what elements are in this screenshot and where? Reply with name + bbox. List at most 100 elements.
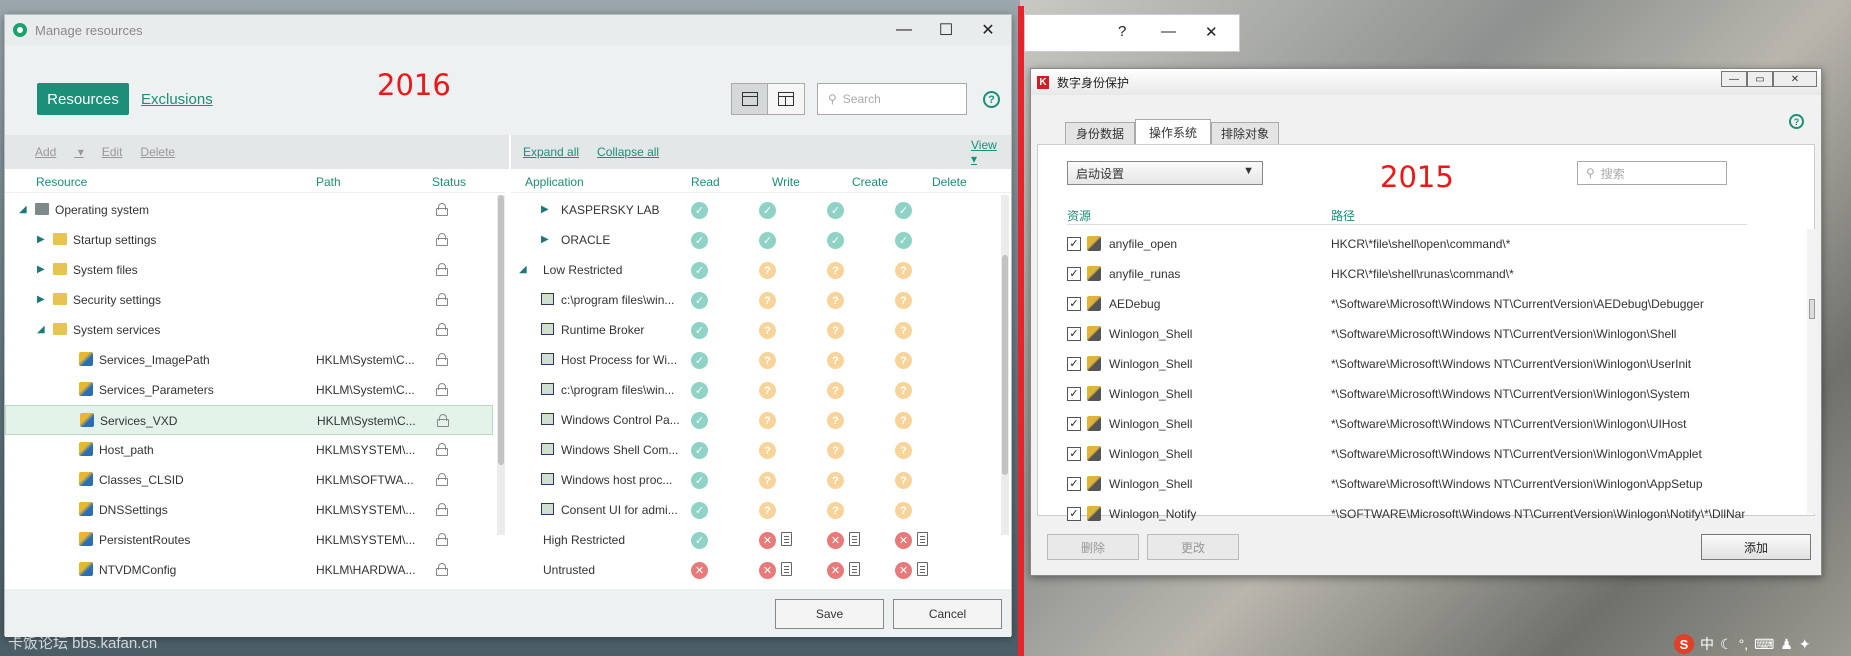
allow-icon[interactable]: ✓ <box>691 262 708 279</box>
resource-row[interactable]: DNSSettings HKLM\SYSTEM\... <box>5 495 493 525</box>
resource-row[interactable]: Classes_CLSID HKLM\SOFTWA... <box>5 465 493 495</box>
collapsed-arrow-icon[interactable]: ▶ <box>541 204 549 215</box>
list-scrollbar[interactable] <box>1807 229 1817 514</box>
resource-row[interactable]: ▶ Security settings <box>5 285 493 315</box>
resource-row[interactable]: ▶ Startup settings <box>5 225 493 255</box>
enabled-checkbox[interactable]: ✓ <box>1067 237 1081 251</box>
prompt-icon[interactable]: ? <box>895 292 912 309</box>
col-create[interactable]: Create <box>852 175 888 189</box>
prompt-icon[interactable]: ? <box>827 352 844 369</box>
allow-icon[interactable]: ✓ <box>759 232 776 249</box>
resource-row[interactable]: ✓ AEDebug *\Software\Microsoft\Windows NT\… <box>1067 289 1747 319</box>
enabled-checkbox[interactable]: ✓ <box>1067 327 1081 341</box>
add-button[interactable]: 添加 <box>1701 534 1811 560</box>
col-application[interactable]: Application <box>525 175 584 189</box>
resource-row[interactable]: Host_path HKLM\SYSTEM\... <box>5 435 493 465</box>
minimize-button[interactable]: — <box>883 15 925 45</box>
keyboard-icon[interactable]: ⌨ <box>1754 636 1774 653</box>
resource-row[interactable]: Services_ImagePath HKLM\System\C... <box>5 345 493 375</box>
allow-icon[interactable]: ✓ <box>691 532 708 549</box>
sogou-ime-icon[interactable]: S <box>1674 634 1694 654</box>
prompt-icon[interactable]: ? <box>895 412 912 429</box>
view-menu[interactable]: View ▾ <box>971 138 1015 166</box>
punctuation-icon[interactable]: °, <box>1739 636 1749 652</box>
resource-row[interactable]: ✓ Winlogon_Shell *\Software\Microsoft\Wind… <box>1067 379 1747 409</box>
maximize-button[interactable]: ▭ <box>1747 71 1773 87</box>
col-path[interactable]: 路径 <box>1331 207 1355 224</box>
help-icon[interactable]: ? <box>983 91 1000 108</box>
prompt-icon[interactable]: ? <box>895 472 912 489</box>
close-button[interactable]: ✕ <box>1773 71 1817 87</box>
resource-row[interactable]: ◢ Operating system <box>5 195 493 225</box>
resource-row[interactable]: ◢ System services <box>5 315 493 345</box>
resource-row[interactable]: Services_VXD HKLM\System\C... <box>5 405 493 435</box>
tab-exclusions[interactable]: Exclusions <box>141 91 213 108</box>
allow-icon[interactable]: ✓ <box>691 382 708 399</box>
application-row[interactable]: Runtime Broker ✓??? <box>511 315 989 345</box>
prompt-icon[interactable]: ? <box>759 352 776 369</box>
allow-icon[interactable]: ✓ <box>895 202 912 219</box>
minimize-button[interactable]: — <box>1161 23 1176 40</box>
application-row[interactable]: Consent UI for admi... ✓??? <box>511 495 989 525</box>
deny-icon[interactable]: ✕ <box>895 562 912 579</box>
prompt-icon[interactable]: ? <box>827 412 844 429</box>
edit-button[interactable]: 更改 <box>1147 534 1239 560</box>
allow-icon[interactable]: ✓ <box>691 292 708 309</box>
prompt-icon[interactable]: ? <box>827 292 844 309</box>
single-pane-view-button[interactable] <box>731 83 769 115</box>
prompt-icon[interactable]: ? <box>759 382 776 399</box>
prompt-icon[interactable]: ? <box>895 502 912 519</box>
collapsed-arrow-icon[interactable]: ▶ <box>541 234 549 245</box>
collapsed-arrow-icon[interactable]: ▶ <box>37 264 45 275</box>
resource-scrollbar[interactable] <box>497 195 505 535</box>
shirt-icon[interactable]: ✦ <box>1799 636 1811 653</box>
deny-icon[interactable]: ✕ <box>827 532 844 549</box>
prompt-icon[interactable]: ? <box>759 322 776 339</box>
resource-row[interactable]: ✓ Winlogon_Shell *\Software\Microsoft\Wind… <box>1067 439 1747 469</box>
close-button[interactable]: ✕ <box>1205 23 1218 41</box>
collapsed-arrow-icon[interactable]: ▶ <box>37 294 45 305</box>
allow-icon[interactable]: ✓ <box>759 202 776 219</box>
prompt-icon[interactable]: ? <box>759 412 776 429</box>
tab-resources[interactable]: Resources <box>37 83 129 115</box>
allow-icon[interactable]: ✓ <box>691 472 708 489</box>
prompt-icon[interactable]: ? <box>759 292 776 309</box>
ime-mode[interactable]: 中 <box>1700 634 1714 654</box>
allow-icon[interactable]: ✓ <box>691 202 708 219</box>
enabled-checkbox[interactable]: ✓ <box>1067 387 1081 401</box>
allow-icon[interactable]: ✓ <box>691 352 708 369</box>
prompt-icon[interactable]: ? <box>895 262 912 279</box>
allow-icon[interactable]: ✓ <box>691 322 708 339</box>
prompt-icon[interactable]: ? <box>759 262 776 279</box>
col-path[interactable]: Path <box>316 175 341 189</box>
resource-row[interactable]: ✓ anyfile_runas HKCR\*file\shell\runas\com… <box>1067 259 1747 289</box>
prompt-icon[interactable]: ? <box>827 382 844 399</box>
moon-icon[interactable]: ☾ <box>1720 636 1733 653</box>
person-icon[interactable]: ♟ <box>1780 636 1793 653</box>
expanded-arrow-icon[interactable]: ◢ <box>37 324 45 335</box>
prompt-icon[interactable]: ? <box>827 472 844 489</box>
application-row[interactable]: ▶ ORACLE ✓ ✓ ✓ ✓ <box>511 225 989 255</box>
minimize-button[interactable]: — <box>1721 71 1747 87</box>
prompt-icon[interactable]: ? <box>759 472 776 489</box>
collapsed-arrow-icon[interactable]: ▶ <box>37 234 45 245</box>
add-button[interactable]: Add ▾ <box>35 145 84 159</box>
enabled-checkbox[interactable]: ✓ <box>1067 417 1081 431</box>
application-row[interactable]: Windows host proc... ✓??? <box>511 465 989 495</box>
prompt-icon[interactable]: ? <box>895 352 912 369</box>
search-input[interactable]: ⚲ Search <box>817 83 967 115</box>
allow-icon[interactable]: ✓ <box>691 412 708 429</box>
allow-icon[interactable]: ✓ <box>895 232 912 249</box>
resource-row[interactable]: PersistentRoutes HKLM\SYSTEM\... <box>5 525 493 555</box>
application-scrollbar[interactable] <box>1001 195 1009 535</box>
resource-row[interactable]: Services_Parameters HKLM\System\C... <box>5 375 493 405</box>
enabled-checkbox[interactable]: ✓ <box>1067 447 1081 461</box>
prompt-icon[interactable]: ? <box>759 442 776 459</box>
allow-icon[interactable]: ✓ <box>827 232 844 249</box>
expanded-arrow-icon[interactable]: ◢ <box>19 204 27 215</box>
col-delete[interactable]: Delete <box>932 175 967 189</box>
col-write[interactable]: Write <box>772 175 800 189</box>
help-button[interactable]: ? <box>1118 23 1126 40</box>
tab-identity-data[interactable]: 身份数据 <box>1065 122 1135 144</box>
deny-icon[interactable]: ✕ <box>827 562 844 579</box>
